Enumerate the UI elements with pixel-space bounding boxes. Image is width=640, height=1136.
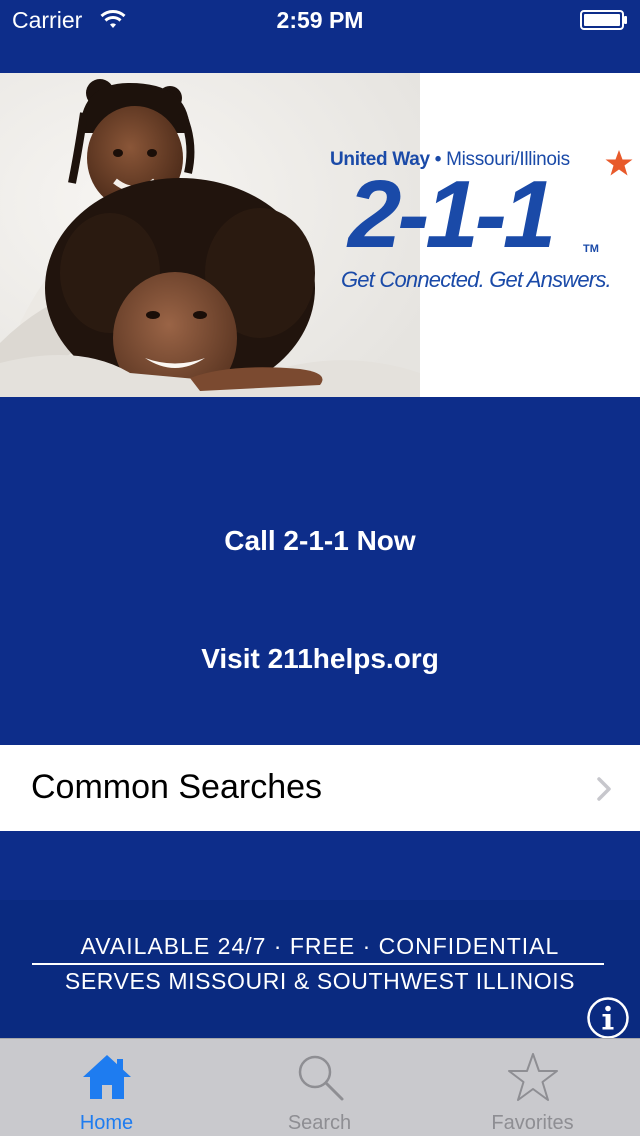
tab-search[interactable]: Search [213, 1039, 426, 1136]
footer-banner: AVAILABLE 24/7 · FREE · CONFIDENTIAL SER… [0, 900, 640, 1038]
footer-service-area: SERVES MISSOURI & SOUTHWEST ILLINOIS [64, 968, 576, 994]
home-icon [82, 1055, 131, 1099]
tab-home-label: Home [79, 1112, 134, 1134]
app-screen: Carrier 2:59 PM United Way • Missouri/Il… [0, 0, 640, 1136]
tab-favorites-label: Favorites [491, 1112, 574, 1134]
tab-bar: Home Search Favorites [0, 1038, 640, 1136]
search-icon [298, 1055, 343, 1101]
chevron-right-icon [597, 777, 611, 801]
common-searches-label: Common Searches [31, 768, 323, 806]
hero-banner: United Way • Missouri/Illinois 2-1-1 TM … [0, 73, 640, 397]
tab-favorites[interactable]: Favorites [426, 1039, 639, 1136]
trademark-mark: TM [583, 243, 599, 255]
footer-availability: AVAILABLE 24/7 · FREE · CONFIDENTIAL [80, 933, 560, 959]
footer-divider [32, 963, 604, 965]
call-211-button[interactable]: Call 2-1-1 Now [0, 525, 640, 557]
info-icon[interactable] [586, 996, 630, 1040]
hero-211-logo: 2-1-1 [348, 161, 556, 268]
status-time: 2:59 PM [276, 7, 364, 33]
hero-tagline: Get Connected. Get Answers. [341, 267, 612, 292]
status-bar: Carrier 2:59 PM [0, 0, 640, 40]
visit-website-link[interactable]: Visit 211helps.org [0, 643, 640, 675]
common-searches-row[interactable]: Common Searches [0, 745, 640, 831]
star-icon [507, 1053, 558, 1101]
star-logo-icon [605, 150, 633, 176]
tab-home[interactable]: Home [0, 1039, 213, 1136]
battery-icon [580, 10, 627, 30]
tab-search-label: Search [287, 1112, 352, 1134]
